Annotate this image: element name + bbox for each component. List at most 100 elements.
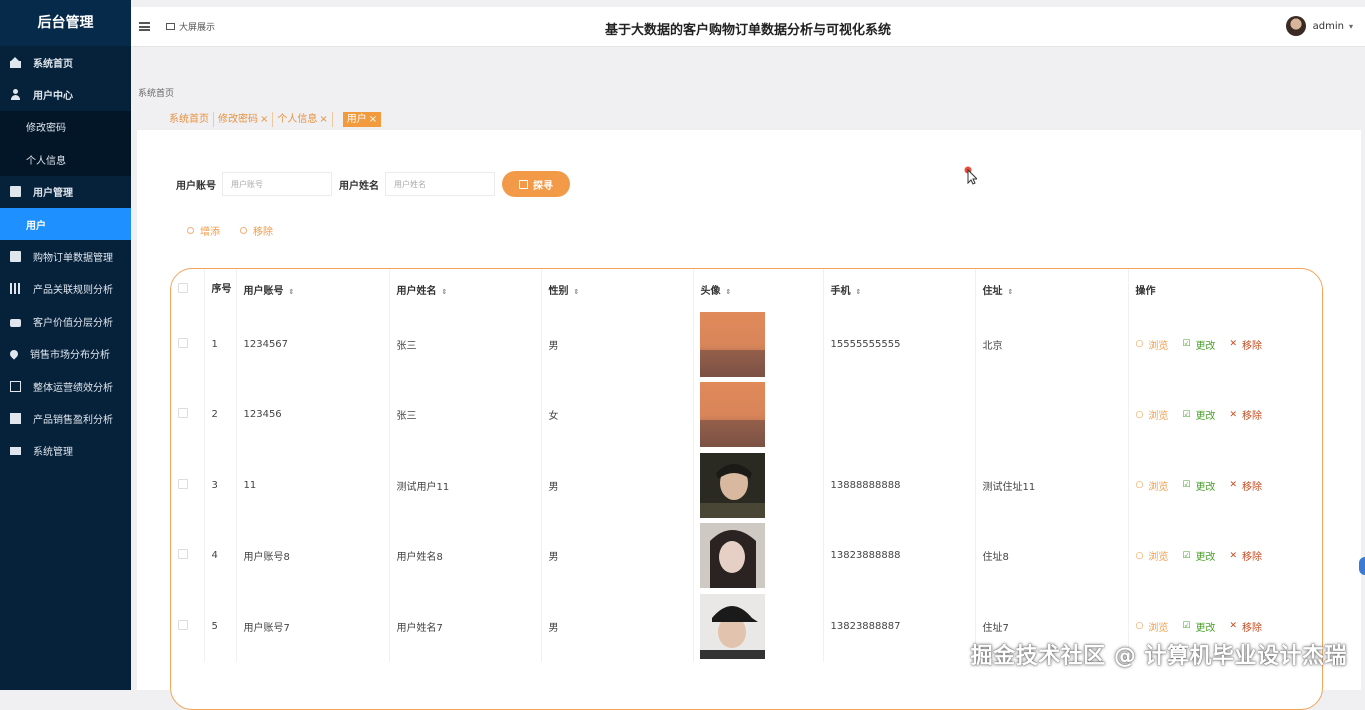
view-button[interactable]: ○ 浏览	[1136, 619, 1169, 634]
delete-button[interactable]: ✕ 移除	[1229, 337, 1262, 352]
search-icon: ○	[1135, 550, 1144, 561]
account-menu[interactable]: admin ▾	[1285, 16, 1353, 36]
sort-icon[interactable]: ⇕	[574, 288, 580, 296]
search-button-label: 探寻	[533, 180, 553, 192]
col-avatar[interactable]: 头像 ⇕	[693, 269, 824, 309]
close-icon[interactable]: ×	[369, 114, 377, 125]
view-label: 浏览	[1148, 411, 1169, 423]
search-form: 用户账号 用户姓名 探寻	[176, 171, 570, 197]
sidebar-brand: 后台管理	[0, 0, 131, 46]
view-button[interactable]: ○ 浏览	[1135, 548, 1169, 564]
close-icon[interactable]: ×	[260, 114, 268, 125]
row-checkbox[interactable]	[178, 337, 188, 348]
bigscreen-link[interactable]: 大屏展示	[166, 20, 215, 33]
cell-account: 用户账号8	[236, 520, 390, 591]
delete-button[interactable]: ✕ 移除	[1229, 407, 1262, 423]
briefcase-icon	[10, 318, 21, 327]
edit-button[interactable]: ☑ 更改	[1182, 407, 1216, 423]
col-address[interactable]: 住址 ⇕	[975, 269, 1129, 309]
edit-button[interactable]: ☑ 更改	[1182, 478, 1215, 493]
sidebar-menu: 系统首页 用户中心 修改密码 个人信息 用户管理 用户 购物订单数据管理 产品关…	[0, 46, 131, 467]
avatar	[1285, 16, 1306, 36]
close-icon[interactable]: ×	[319, 114, 327, 125]
monitor-icon	[166, 23, 175, 30]
tag-label: 个人信息	[277, 114, 318, 125]
view-button[interactable]: ○ 浏览	[1136, 478, 1169, 493]
cell-phone	[823, 379, 976, 450]
row-checkbox[interactable]	[178, 549, 188, 560]
name-search-input[interactable]	[385, 172, 495, 196]
sort-icon[interactable]: ⇕	[726, 288, 732, 296]
delete-button[interactable]: ✕ 移除	[1229, 619, 1262, 634]
sidebar-item-customer-value[interactable]: 客户价值分层分析	[0, 305, 131, 337]
edit-button[interactable]: ☑ 更改	[1182, 619, 1215, 634]
col-label: 手机	[830, 285, 851, 297]
delete-label: 移除	[1241, 340, 1262, 352]
avatar-image	[699, 382, 823, 448]
sidebar-item-change-password[interactable]: 修改密码	[0, 110, 131, 144]
col-gender[interactable]: 性别 ⇕	[541, 269, 694, 309]
minus-circle-icon	[240, 227, 247, 234]
sidebar-item-home[interactable]: 系统首页	[0, 46, 131, 78]
edit-button[interactable]: ☑ 更改	[1182, 337, 1215, 352]
cell-ops: ○ 浏览 ☑ 更改 ✕ 移除	[1128, 521, 1322, 592]
row-checkbox[interactable]	[178, 619, 188, 630]
sort-icon[interactable]: ⇕	[856, 288, 862, 296]
edit-label: 更改	[1195, 411, 1216, 423]
tag-change-password[interactable]: 修改密码 ×	[214, 112, 274, 127]
view-button[interactable]: ○ 浏览	[1135, 407, 1169, 423]
sidebar-item-users[interactable]: 用户	[0, 207, 131, 241]
cell-avatar	[693, 520, 824, 591]
delete-button[interactable]: ✕ 移除	[1229, 478, 1262, 493]
col-name[interactable]: 用户姓名 ⇕	[389, 269, 542, 309]
edit-label: 更改	[1195, 481, 1216, 493]
col-phone[interactable]: 手机 ⇕	[823, 269, 976, 309]
add-button[interactable]: 增添	[187, 223, 220, 238]
tag-label: 用户	[346, 114, 367, 125]
select-all-checkbox[interactable]	[178, 282, 188, 293]
edit-button[interactable]: ☑ 更改	[1182, 548, 1215, 564]
cell-name: 用户姓名7	[389, 591, 542, 662]
row-checkbox[interactable]	[178, 408, 188, 419]
sort-icon[interactable]: ⇕	[1008, 288, 1014, 296]
sidebar-item-user-management[interactable]: 用户管理	[0, 176, 131, 208]
table-row: 3 11 测试用户11 男 13888888888 测试住址11 ○ 浏览 ☑ 更改…	[171, 450, 1322, 521]
sidebar-item-system[interactable]: 系统管理	[0, 435, 131, 467]
account-search-input[interactable]	[222, 172, 332, 196]
table-body: 1 1234567 张三 男 15555555555 北京 ○ 浏览 ☑ 更改 ✕ 移…	[171, 309, 1322, 662]
menu-toggle-icon[interactable]	[139, 22, 150, 31]
row-checkbox[interactable]	[178, 478, 188, 489]
table-row: 1 1234567 张三 男 15555555555 北京 ○ 浏览 ☑ 更改 ✕ 移…	[171, 309, 1322, 380]
floating-handle[interactable]	[1359, 557, 1365, 575]
view-button[interactable]: ○ 浏览	[1136, 337, 1169, 352]
sidebar-item-orders[interactable]: 购物订单数据管理	[0, 240, 131, 272]
search-icon: ○	[1135, 409, 1144, 420]
sidebar-item-user-center[interactable]: 用户中心	[0, 78, 131, 110]
col-label: 用户账号	[243, 285, 284, 297]
remove-button[interactable]: 移除	[240, 223, 273, 238]
topbar: 大屏展示 基于大数据的客户购物订单数据分析与可视化系统 admin ▾	[131, 7, 1365, 47]
sidebar-item-association-rules[interactable]: 产品关联规则分析	[0, 273, 131, 305]
add-label: 增添	[200, 227, 220, 238]
delete-button[interactable]: ✕ 移除	[1229, 548, 1262, 564]
avatar-image	[699, 523, 823, 589]
sidebar-item-profit[interactable]: 产品销售盈利分析	[0, 402, 131, 434]
tag-users[interactable]: 用户 ×	[342, 112, 382, 127]
col-account[interactable]: 用户账号 ⇕	[236, 269, 390, 309]
cell-phone: 13823888888	[823, 520, 976, 591]
sidebar-item-operations[interactable]: 整体运营绩效分析	[0, 370, 131, 402]
tag-label: 修改密码	[218, 114, 258, 125]
table-row: 4 用户账号8 用户姓名8 男 13823888888 住址8 ○ 浏览 ☑ 更改 …	[171, 520, 1322, 592]
cell-avatar	[693, 379, 824, 450]
tag-profile[interactable]: 个人信息 ×	[273, 112, 333, 127]
search-button[interactable]: 探寻	[502, 171, 570, 197]
delete-label: 移除	[1241, 622, 1262, 634]
sidebar-item-market-distribution[interactable]: 销售市场分布分析	[0, 338, 131, 370]
cell-gender: 男	[541, 309, 694, 380]
sort-icon[interactable]: ⇕	[442, 288, 448, 296]
sidebar-item-profile[interactable]: 个人信息	[0, 143, 131, 176]
cell-account: 用户账号7	[236, 591, 390, 662]
sort-icon[interactable]: ⇕	[289, 288, 295, 296]
tag-home[interactable]: 系统首页	[165, 112, 214, 127]
account-label: 用户账号	[176, 180, 216, 192]
